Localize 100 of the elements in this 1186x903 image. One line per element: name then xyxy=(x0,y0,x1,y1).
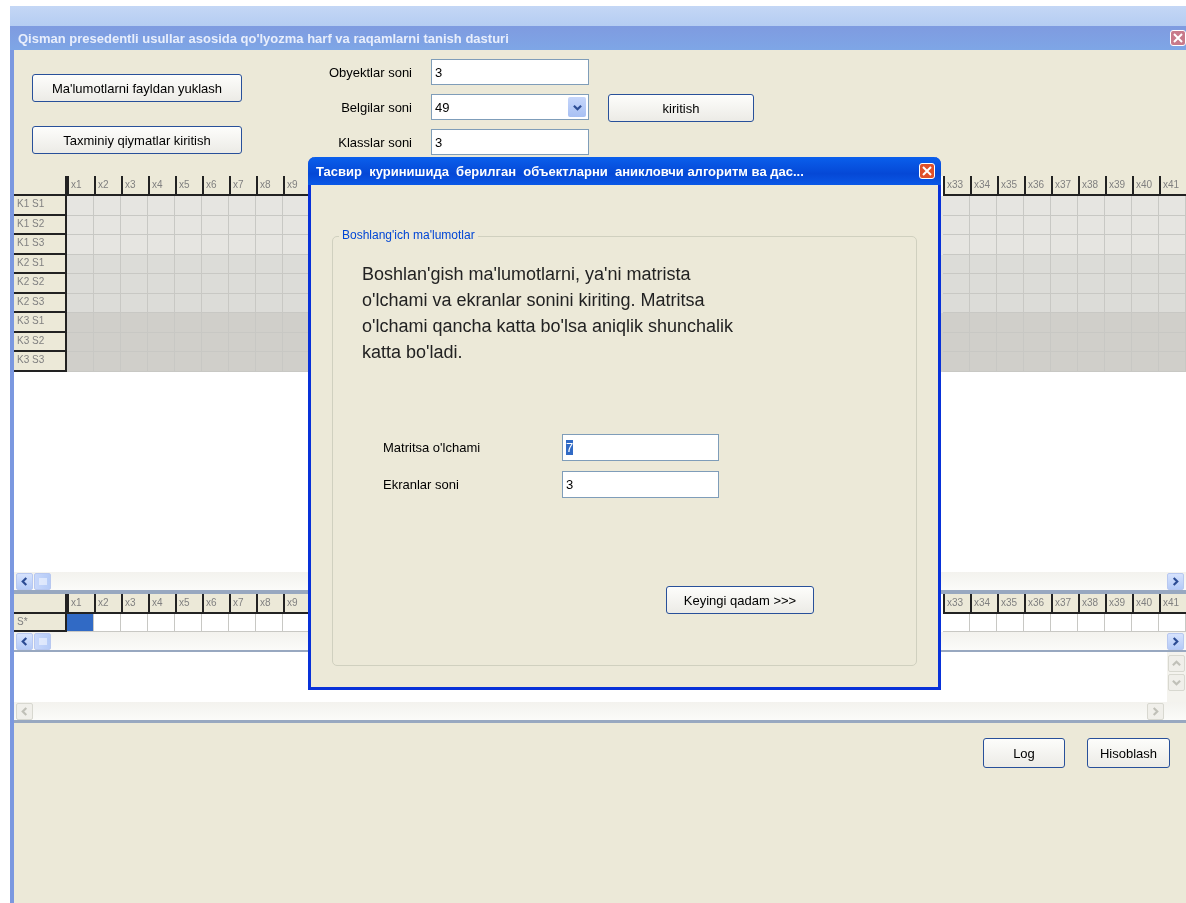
input-field[interactable]: 7 xyxy=(562,434,719,461)
action-button[interactable]: Taxminiy qiymatlar kiritish xyxy=(32,126,242,154)
chevron-right-icon xyxy=(1151,706,1160,716)
enter-button[interactable]: kiritish xyxy=(608,94,754,122)
column-header: x3 xyxy=(121,594,148,614)
column-header: x35 xyxy=(997,594,1024,614)
input-field[interactable]: 3 xyxy=(431,59,589,85)
grid-cell[interactable] xyxy=(256,614,283,632)
close-button[interactable] xyxy=(1170,30,1186,46)
column-header: x39 xyxy=(1105,176,1132,196)
chevron-left-icon xyxy=(20,576,29,586)
chevron-up-icon xyxy=(1172,659,1181,668)
scroll-up-button[interactable] xyxy=(1168,655,1185,672)
chevron-left-icon xyxy=(20,706,29,716)
scrollbar-thumb[interactable] xyxy=(34,632,51,650)
column-header: x34 xyxy=(970,594,997,614)
column-header: x2 xyxy=(94,594,121,614)
column-header: x33 xyxy=(943,176,970,196)
row-header: K2 S2 xyxy=(14,274,67,294)
row-header: K2 S1 xyxy=(14,254,67,274)
field-label: Klasslar soni xyxy=(337,134,412,150)
action-button[interactable]: Ma'lumotlarni fayldan yuklash xyxy=(32,74,242,102)
column-header: x2 xyxy=(94,176,121,196)
column-header: x40 xyxy=(1132,594,1159,614)
grid-cell[interactable] xyxy=(1051,614,1078,632)
grid-cell[interactable] xyxy=(1078,614,1105,632)
row-header: K3 S1 xyxy=(14,313,67,333)
row-header: K3 S3 xyxy=(14,352,67,372)
scroll-left-button[interactable] xyxy=(16,632,33,650)
column-header: x9 xyxy=(283,594,310,614)
column-header: x8 xyxy=(256,176,283,196)
chevron-down-icon xyxy=(1172,678,1181,687)
next-button[interactable]: Keyingi qadam >>> xyxy=(666,586,814,614)
action-button[interactable]: Log xyxy=(983,738,1065,768)
column-header: x33 xyxy=(943,594,970,614)
grid-cell[interactable] xyxy=(202,614,229,632)
grid-cell[interactable] xyxy=(1159,614,1186,632)
grid-cell[interactable] xyxy=(1024,614,1051,632)
group-title: Boshlang'ich ma'lumotlar xyxy=(339,228,478,242)
grid-corner xyxy=(14,594,67,614)
column-header: x40 xyxy=(1132,176,1159,196)
action-button[interactable]: Hisoblash xyxy=(1087,738,1170,768)
column-header: x37 xyxy=(1051,594,1078,614)
column-header: x6 xyxy=(202,594,229,614)
column-header: x36 xyxy=(1024,176,1051,196)
column-header: x7 xyxy=(229,176,256,196)
column-header: x4 xyxy=(148,594,175,614)
close-icon xyxy=(1173,33,1183,43)
field-label: Ekranlar soni xyxy=(383,477,460,492)
column-header: x4 xyxy=(148,176,175,196)
row-header: K1 S3 xyxy=(14,235,67,255)
grid-cell[interactable] xyxy=(121,614,148,632)
grid-cell[interactable] xyxy=(943,614,970,632)
vertical-scrollbar[interactable] xyxy=(1167,652,1186,702)
column-header: x41 xyxy=(1159,176,1186,196)
scroll-down-button[interactable] xyxy=(1168,674,1185,691)
column-header: x8 xyxy=(256,594,283,614)
window-title: Qisman presedentli usullar asosida qo'lyozma harf va raqamlarni tanish dasturi xyxy=(18,30,509,46)
grid-cell[interactable] xyxy=(175,614,202,632)
instruction-text: Boshlan'gish ma'lumotlarni, ya'ni matrista o'lchami va ekranlar sonini kiriting. Matritsa o'lchami qancha katta bo'lsa aniqlik shunchalik katta bo'ladi. xyxy=(362,263,735,364)
scrollbar-thumb[interactable] xyxy=(34,572,51,590)
column-header: x5 xyxy=(175,594,202,614)
grid-cell[interactable] xyxy=(1132,614,1159,632)
column-header: x39 xyxy=(1105,594,1132,614)
grid-cell[interactable] xyxy=(970,614,997,632)
column-header: x38 xyxy=(1078,594,1105,614)
column-header: x36 xyxy=(1024,594,1051,614)
row-header: K1 S2 xyxy=(14,215,67,235)
column-header: x35 xyxy=(997,176,1024,196)
grid-cell[interactable] xyxy=(67,614,94,632)
dialog-title: Тасвир куринишида берилган объектларни аникловчи алгоритм ва дас... xyxy=(316,163,804,179)
row-header: K3 S2 xyxy=(14,332,67,352)
column-header: x1 xyxy=(67,594,94,614)
column-header: x34 xyxy=(970,176,997,196)
grid-cell[interactable] xyxy=(997,614,1024,632)
grid-corner xyxy=(14,176,67,196)
grip-icon xyxy=(38,637,47,645)
column-header: x41 xyxy=(1159,594,1186,614)
field-label: Obyektlar soni xyxy=(327,64,412,80)
column-header: x6 xyxy=(202,176,229,196)
chevron-left-icon xyxy=(20,636,29,646)
grid-cell[interactable] xyxy=(1105,614,1132,632)
column-header: x9 xyxy=(283,176,310,196)
dropdown-field[interactable]: 49 xyxy=(431,94,589,120)
column-header: x5 xyxy=(175,176,202,196)
column-header: x7 xyxy=(229,594,256,614)
input-field[interactable]: 3 xyxy=(431,129,589,155)
grid-cell[interactable] xyxy=(148,614,175,632)
row-header: K1 S1 xyxy=(14,196,67,216)
scroll-right-button[interactable] xyxy=(1167,572,1184,590)
grid-cell[interactable] xyxy=(94,614,121,632)
close-button[interactable] xyxy=(919,163,935,179)
scroll-right-button[interactable] xyxy=(1167,632,1184,650)
column-header: x3 xyxy=(121,176,148,196)
field-label: Matritsa o'lchami xyxy=(383,440,482,455)
input-field[interactable]: 3 xyxy=(562,471,719,498)
grid-cell[interactable] xyxy=(229,614,256,632)
close-icon xyxy=(922,166,932,176)
scroll-left-button[interactable] xyxy=(16,572,33,590)
grip-icon xyxy=(38,577,47,585)
